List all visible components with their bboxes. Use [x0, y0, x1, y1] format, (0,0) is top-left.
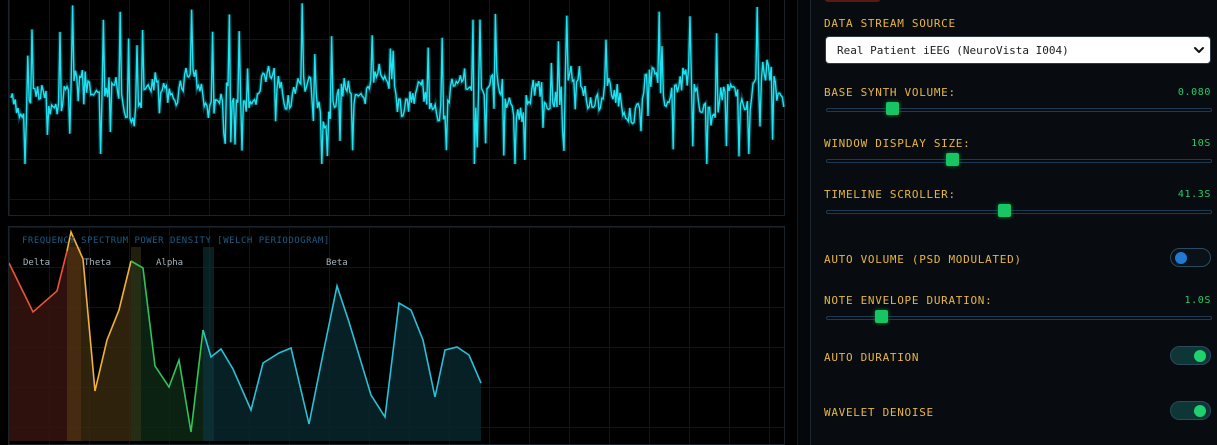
control-panel: DATA STREAM SOURCE Real Patient iEEG (Ne…	[811, 0, 1217, 445]
auto-duration-toggle[interactable]	[1170, 346, 1211, 365]
timeline-scroller-slider[interactable]	[826, 204, 1212, 217]
slider-thumb[interactable]	[997, 204, 1011, 217]
toggle-knob	[1194, 350, 1206, 362]
waveform-glow	[9, 3, 786, 165]
eeg-waveform-panel	[8, 0, 786, 216]
panel-divider[interactable]	[797, 0, 811, 445]
note-envelope-duration-label: NOTE ENVELOPE DURATION:	[824, 294, 993, 307]
base-synth-volume-label: BASE SYNTH VOLUME:	[824, 86, 956, 99]
data-source-selected: Real Patient iEEG (NeuroVista I004)	[837, 44, 1069, 57]
auto-duration-label: AUTO DURATION	[824, 351, 920, 364]
window-display-size-value: 10S	[1191, 138, 1211, 149]
psd-area-alpha	[131, 261, 203, 441]
base-synth-volume-value: 0.080	[1177, 87, 1211, 98]
band-boundary	[131, 247, 141, 441]
auto-volume-toggle[interactable]	[1170, 248, 1211, 267]
visualization-area: Delta Theta Alpha Beta FREQUENCY SPECTRUM P…	[0, 0, 797, 445]
base-synth-volume-slider[interactable]	[826, 102, 1212, 115]
chevron-down-icon	[1194, 47, 1204, 53]
psd-panel: Delta Theta Alpha Beta FREQUENCY SPECTRUM P…	[8, 226, 785, 445]
slider-thumb[interactable]	[886, 102, 900, 115]
wavelet-denoise-toggle[interactable]	[1170, 401, 1211, 420]
toggle-knob	[1194, 405, 1206, 417]
note-envelope-duration-value: 1.0S	[1184, 295, 1211, 306]
eeg-waveform-plot	[9, 3, 786, 165]
psd-plot: Delta Theta Alpha Beta	[9, 229, 482, 441]
slider-thumb[interactable]	[875, 310, 889, 323]
timeline-scroller-value: 41.3S	[1177, 189, 1211, 200]
band-boundary	[203, 247, 214, 441]
timeline-scroller-label: TIMELINE SCROLLER:	[824, 188, 956, 201]
band-boundary	[67, 247, 81, 441]
band-label-beta: Beta	[326, 258, 348, 268]
band-label-theta: Theta	[84, 258, 111, 268]
window-display-size-slider[interactable]	[826, 153, 1212, 166]
slider-thumb[interactable]	[945, 153, 959, 166]
toggle-knob	[1175, 252, 1187, 264]
header-accent	[825, 0, 880, 2]
window-display-size-label: WINDOW DISPLAY SIZE:	[824, 137, 971, 150]
psd-title: FREQUENCY SPECTRUM POWER DENSITY [WELCH …	[22, 236, 330, 246]
wavelet-denoise-label: WAVELET DENOISE	[824, 406, 934, 419]
data-source-label: DATA STREAM SOURCE	[824, 17, 956, 30]
data-source-select[interactable]: Real Patient iEEG (NeuroVista I004)	[825, 36, 1211, 64]
band-label-delta: Delta	[23, 258, 50, 268]
band-label-alpha: Alpha	[156, 258, 183, 268]
note-envelope-duration-slider[interactable]	[826, 310, 1212, 323]
auto-volume-label: AUTO VOLUME (PSD MODULATED)	[824, 253, 1022, 266]
psd-area-beta	[203, 286, 481, 441]
